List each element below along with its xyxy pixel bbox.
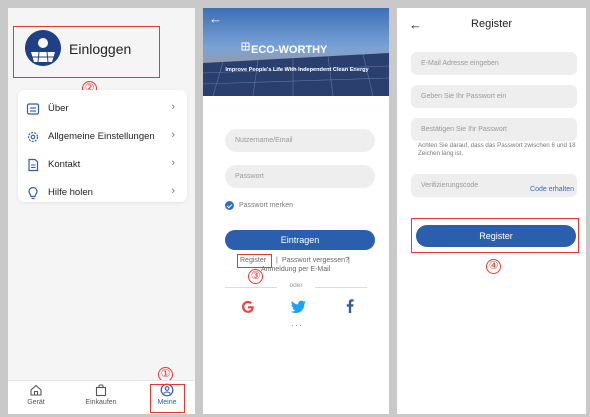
account-screen: Einloggen ② Über › Allgemeine Einstellun… [8, 8, 195, 414]
link-separator: | [348, 257, 350, 264]
menu-item-label: Hilfe holen [48, 187, 93, 198]
divider-line [315, 287, 367, 288]
chevron-right-icon: › [171, 101, 175, 113]
or-label: oder [289, 282, 303, 289]
username-input[interactable]: Nutzername/Email [225, 129, 375, 152]
lightbulb-icon [26, 186, 40, 200]
password-hint: Achten Sie darauf, dass das Passwort zwi… [418, 142, 576, 157]
nav-item-shop[interactable]: Einkaufen [81, 383, 121, 406]
solar-banner: ← ECO-WORTHY Improve People's Life With … [203, 8, 389, 96]
menu-item-contact[interactable]: Kontakt › [18, 151, 187, 179]
or-divider: oder [225, 282, 367, 292]
remember-checkbox[interactable] [225, 201, 234, 210]
highlight-login [13, 26, 160, 78]
highlight-register-button [411, 218, 579, 253]
password-input[interactable]: Passwort [225, 165, 375, 188]
register-screen: ← Register E-Mail Adresse eingeben Geben… [397, 8, 586, 414]
link-separator: | [276, 257, 278, 264]
page-title: Register [471, 18, 512, 30]
menu-item-general-settings[interactable]: Allgemeine Einstellungen › [18, 123, 187, 151]
password-input[interactable]: Geben Sie Ihr Passwort ein [411, 85, 577, 108]
chevron-right-icon: › [171, 157, 175, 169]
menu-item-about[interactable]: Über › [18, 95, 187, 123]
settings-menu: Über › Allgemeine Einstellungen › Kontak… [18, 90, 187, 202]
twitter-icon[interactable] [289, 296, 309, 316]
chevron-right-icon: › [171, 129, 175, 141]
facebook-icon[interactable] [340, 296, 360, 316]
menu-item-label: Kontakt [48, 159, 81, 170]
confirm-password-input[interactable]: Bestätigen Sie Ihr Passwort [411, 118, 577, 141]
highlight-register-link [237, 254, 272, 268]
google-icon[interactable] [238, 296, 258, 316]
document-icon [26, 158, 40, 172]
menu-item-get-help[interactable]: Hilfe holen › [18, 179, 187, 207]
get-code-link[interactable]: Code erhalten [530, 186, 574, 193]
brand-name: ECO-WORTHY [251, 44, 328, 56]
nav-label: Einkaufen [85, 399, 117, 406]
forgot-password-link[interactable]: Passwort vergessen? [282, 257, 349, 264]
highlight-meine [150, 384, 185, 413]
nav-label: Gerät [27, 399, 45, 406]
chevron-right-icon: › [171, 185, 175, 197]
shopping-bag-icon [94, 383, 108, 397]
info-box-icon [26, 102, 40, 116]
nav-item-device[interactable]: Gerät [16, 383, 56, 406]
remember-password-label: Passwort merken [239, 202, 294, 209]
gear-icon [26, 130, 40, 144]
step-marker-4: ④ [486, 259, 501, 274]
menu-item-label: Über [48, 103, 69, 114]
divider-line [225, 287, 277, 288]
menu-item-label: Allgemeine Einstellungen [48, 131, 155, 142]
more-options-icon[interactable]: ··· [291, 320, 303, 330]
home-icon [29, 383, 43, 397]
login-button[interactable]: Eintragen [225, 230, 375, 250]
login-screen: ← ECO-WORTHY Improve People's Life With … [203, 8, 389, 414]
back-arrow-icon[interactable]: ← [209, 11, 222, 26]
brand-slogan: Improve People's Life With Independent C… [225, 67, 369, 73]
email-input[interactable]: E-Mail Adresse eingeben [411, 52, 577, 75]
